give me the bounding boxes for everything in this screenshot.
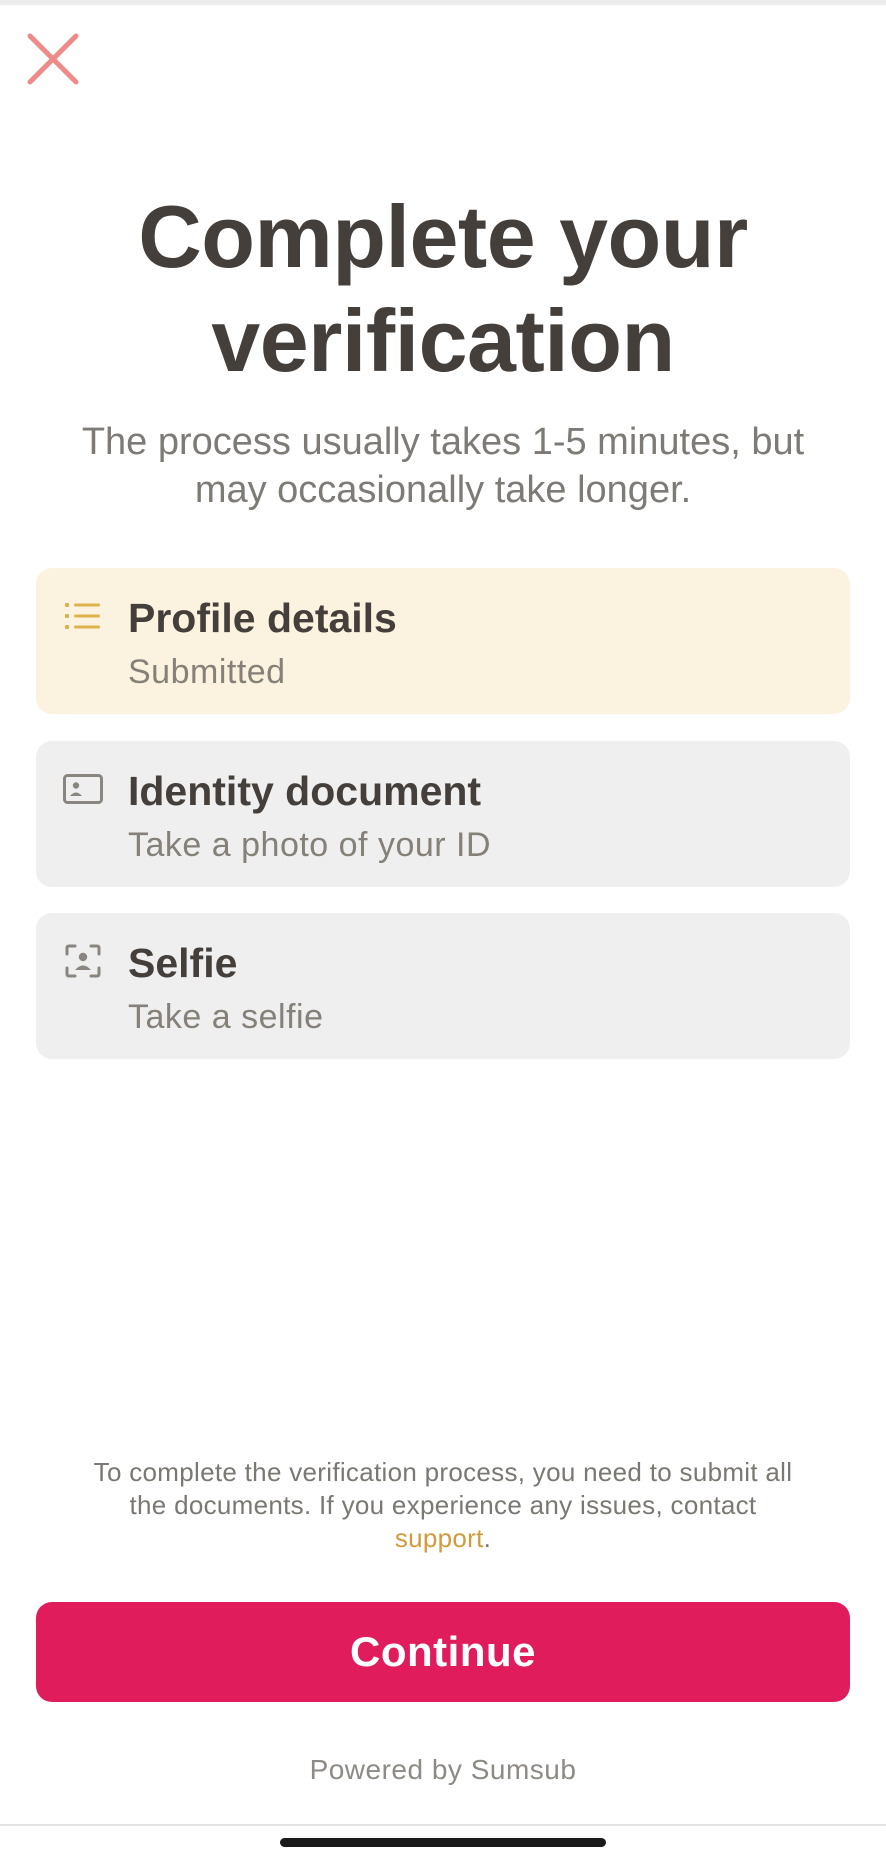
verification-note-line-2: the documents. If you experience any iss…: [129, 1490, 757, 1520]
verification-note: To complete the verification process, yo…: [50, 1456, 836, 1555]
step-title: Profile details: [128, 595, 397, 641]
close-button[interactable]: [22, 28, 84, 90]
page-title: Complete your verification: [40, 185, 846, 393]
page-subtitle-line-1: The process usually takes 1-5 minutes, b…: [81, 421, 805, 463]
continue-button[interactable]: Continue: [36, 1602, 850, 1702]
step-profile-details[interactable]: Profile details Submitted: [36, 568, 850, 714]
page-title-line-2: verification: [211, 291, 675, 390]
step-selfie[interactable]: Selfie Take a selfie: [36, 913, 850, 1059]
close-icon: [27, 33, 79, 85]
step-title: Selfie: [128, 940, 238, 986]
support-link[interactable]: support: [395, 1523, 484, 1553]
verification-note-end: .: [483, 1523, 492, 1553]
verification-note-line-1: To complete the verification process, yo…: [93, 1457, 793, 1487]
verification-screen: Complete your verification The process u…: [0, 0, 886, 1859]
step-identity-document[interactable]: Identity document Take a photo of your I…: [36, 741, 850, 887]
step-description: Take a selfie: [128, 998, 324, 1036]
bottom-divider: [0, 1824, 886, 1826]
page-subtitle-line-2: may occasionally take longer.: [194, 469, 692, 511]
step-description: Take a photo of your ID: [128, 826, 492, 864]
home-indicator[interactable]: [280, 1838, 606, 1847]
status-bar-edge: [0, 0, 886, 5]
page-subtitle: The process usually takes 1-5 minutes, b…: [40, 418, 846, 514]
powered-by-label: Powered by Sumsub: [309, 1754, 577, 1785]
step-title: Identity document: [128, 768, 482, 814]
step-status: Submitted: [128, 653, 286, 691]
page-title-line-1: Complete your: [138, 187, 748, 286]
list-icon: [62, 598, 104, 634]
face-scan-icon: [62, 943, 104, 979]
id-card-icon: [62, 771, 104, 807]
